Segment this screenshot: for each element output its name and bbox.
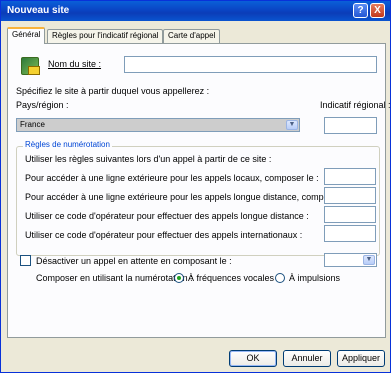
general-panel: Nom du site : Spécifiez le site à partir… [7,43,391,338]
country-label: Pays/région : [16,100,69,110]
call-waiting-select[interactable]: ▼ [324,253,377,267]
close-button[interactable]: X [370,3,385,18]
tab-area-code-rules[interactable]: Règles pour l'indicatif régional [47,29,164,43]
dialing-rules-title: Règles de numérotation [23,140,112,149]
carrier-long-distance-input[interactable] [324,206,376,223]
call-waiting-label: Désactiver un appel en attente en compos… [36,256,232,266]
site-name-input[interactable] [124,56,377,73]
dial-using-label: Composer en utilisant la numérotation : [36,273,193,283]
tab-general[interactable]: Général [7,27,46,44]
area-code-input[interactable] [324,117,377,134]
new-site-dialog: Nouveau site ? X Général Règles pour l'i… [0,0,391,373]
country-select[interactable]: France ▼ [16,118,300,132]
local-line-label: Pour accéder à une ligne extérieure pour… [25,173,319,183]
carrier-long-distance-label: Utiliser ce code d'opérateur pour effect… [25,211,309,221]
chevron-down-icon[interactable]: ▼ [363,255,375,265]
pulse-dialing-radio[interactable] [275,273,285,283]
tone-dialing-label: À fréquences vocales [188,273,275,283]
pulse-dialing-label: À impulsions [289,273,341,283]
cancel-button[interactable]: Annuler [283,350,331,367]
help-button[interactable]: ? [353,3,368,18]
local-line-input[interactable] [324,168,376,185]
long-distance-line-label: Pour accéder à une ligne extérieure pour… [25,192,356,202]
carrier-international-label: Utiliser ce code d'opérateur pour effect… [25,230,303,240]
window-title: Nouveau site [7,5,70,16]
call-waiting-checkbox[interactable] [20,255,31,266]
location-instruction: Spécifiez le site à partir duquel vous a… [16,86,210,96]
long-distance-line-input[interactable] [324,187,376,204]
site-location-icon [21,57,40,75]
tab-calling-card[interactable]: Carte d'appel [163,29,221,43]
site-name-label: Nom du site : [48,59,102,69]
apply-button[interactable]: Appliquer [337,350,385,367]
tone-dialing-radio[interactable] [174,273,184,283]
ok-button[interactable]: OK [229,350,277,367]
area-code-label: Indicatif régional : [320,100,391,110]
country-select-value: France [20,120,45,129]
dialing-intro: Utiliser les règles suivantes lors d'un … [25,154,272,164]
title-bar[interactable]: Nouveau site ? X [1,1,390,21]
chevron-down-icon[interactable]: ▼ [286,120,298,130]
carrier-international-input[interactable] [324,225,376,242]
